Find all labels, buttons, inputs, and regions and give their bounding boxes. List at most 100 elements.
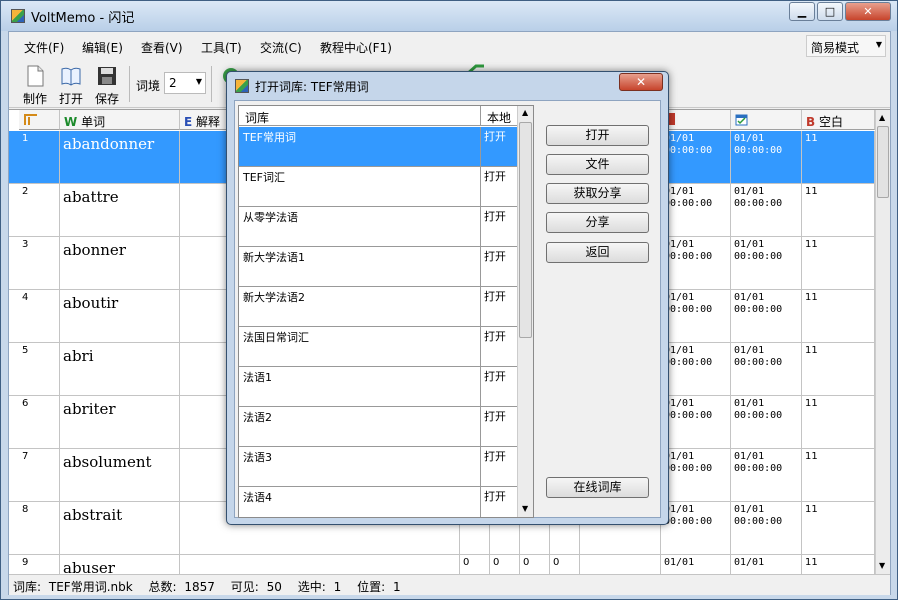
toolbar-separator bbox=[211, 66, 212, 102]
library-name: 新大学法语1 bbox=[243, 251, 305, 264]
library-list-item[interactable]: TEF常用词 打开 bbox=[239, 127, 519, 167]
row-word[interactable]: abonner bbox=[60, 237, 180, 290]
header-explain-label: 解释 bbox=[196, 115, 221, 129]
make-button[interactable]: 制作 bbox=[18, 62, 52, 106]
library-list-item[interactable]: 法语4 打开 bbox=[239, 487, 519, 517]
row-blank: 11 bbox=[802, 343, 875, 396]
col-local-header[interactable]: 本地 bbox=[480, 106, 519, 126]
header-index[interactable] bbox=[19, 110, 60, 130]
row-col-a: 0 bbox=[460, 555, 490, 574]
library-local-action[interactable]: 打开 bbox=[484, 248, 506, 264]
library-local-action[interactable]: 打开 bbox=[484, 448, 506, 464]
row-index: 3 bbox=[19, 237, 60, 290]
library-list-item[interactable]: 法语2 打开 bbox=[239, 407, 519, 447]
row-date-b: 01/01 00:00:00 bbox=[731, 449, 802, 502]
save-label: 保存 bbox=[94, 92, 119, 106]
dialog-back-button[interactable]: 返回 bbox=[546, 242, 649, 263]
status-visible-value: 50 bbox=[266, 580, 282, 594]
column-divider bbox=[480, 167, 481, 207]
row-word[interactable]: abri bbox=[60, 343, 180, 396]
row-word[interactable]: abuser bbox=[60, 555, 180, 574]
word-column-icon: W bbox=[64, 115, 78, 129]
row-word[interactable]: aboutir bbox=[60, 290, 180, 343]
blank-column-icon: B bbox=[806, 115, 816, 129]
row-word[interactable]: abriter bbox=[60, 396, 180, 449]
library-list-item[interactable]: 新大学法语1 打开 bbox=[239, 247, 519, 287]
dialog-title: 打开词库: TEF常用词 bbox=[255, 80, 369, 94]
library-list-item[interactable]: TEF词汇 打开 bbox=[239, 167, 519, 207]
col-library-header[interactable]: 词库 bbox=[239, 106, 480, 126]
column-divider bbox=[480, 327, 481, 367]
dialog-title-bar: 打开词库: TEF常用词 ✕ bbox=[227, 72, 668, 100]
menu-edit[interactable]: 编辑(E) bbox=[82, 39, 123, 56]
scroll-up-icon[interactable]: ▲ bbox=[522, 108, 528, 117]
scroll-up-icon[interactable]: ▲ bbox=[879, 113, 885, 122]
library-list-item[interactable]: 新大学法语2 打开 bbox=[239, 287, 519, 327]
library-local-action[interactable]: 打开 bbox=[484, 168, 506, 184]
column-divider bbox=[480, 127, 481, 167]
library-local-action[interactable]: 打开 bbox=[484, 488, 506, 504]
menu-communicate[interactable]: 交流(C) bbox=[260, 39, 302, 56]
scroll-down-icon[interactable]: ▼ bbox=[522, 504, 528, 513]
scroll-down-icon[interactable]: ▼ bbox=[879, 561, 885, 570]
row-index: 5 bbox=[19, 343, 60, 396]
row-date-a: 01/01 00:00:00 bbox=[661, 237, 731, 290]
header-blank[interactable]: B 空白 bbox=[802, 110, 875, 130]
library-list-item[interactable]: 法国日常词汇 打开 bbox=[239, 327, 519, 367]
dialog-share-button[interactable]: 分享 bbox=[546, 212, 649, 233]
row-date-a: 01/01 bbox=[661, 555, 731, 574]
library-name: 从零学法语 bbox=[243, 211, 298, 224]
dialog-file-button[interactable]: 文件 bbox=[546, 154, 649, 175]
dialog-online-library-button[interactable]: 在线词库 bbox=[546, 477, 649, 498]
table-row[interactable]: 9 abuser 0 0 0 0 01/01 01/01 11 bbox=[9, 555, 875, 574]
column-divider bbox=[480, 287, 481, 327]
library-local-action[interactable]: 打开 bbox=[484, 208, 506, 224]
header-date-b[interactable] bbox=[731, 110, 802, 130]
context-select[interactable]: 2 ▼ bbox=[164, 72, 206, 94]
library-local-action[interactable]: 打开 bbox=[484, 408, 506, 424]
menu-tutorial[interactable]: 教程中心(F1) bbox=[320, 39, 392, 56]
open-button[interactable]: 打开 bbox=[54, 62, 88, 106]
minimize-button[interactable]: ▁ bbox=[789, 2, 815, 21]
dialog-close-button[interactable]: ✕ bbox=[619, 73, 663, 91]
grid-scroll-thumb[interactable] bbox=[877, 126, 889, 198]
menu-tools[interactable]: 工具(T) bbox=[201, 39, 242, 56]
dialog-get-share-button[interactable]: 获取分享 bbox=[546, 183, 649, 204]
row-word[interactable]: abstrait bbox=[60, 502, 180, 555]
maximize-button[interactable]: □ bbox=[817, 2, 843, 21]
row-word[interactable]: absolument bbox=[60, 449, 180, 502]
menu-file[interactable]: 文件(F) bbox=[24, 39, 64, 56]
mode-select-value: 简易模式 bbox=[811, 41, 860, 55]
close-button[interactable]: ✕ bbox=[845, 2, 891, 21]
row-date-b: 01/01 00:00:00 bbox=[731, 131, 802, 184]
library-scroll-thumb[interactable] bbox=[519, 122, 532, 338]
library-local-action[interactable]: 打开 bbox=[484, 368, 506, 384]
menu-view[interactable]: 查看(V) bbox=[141, 39, 183, 56]
library-local-action[interactable]: 打开 bbox=[484, 128, 506, 144]
row-index: 6 bbox=[19, 396, 60, 449]
library-list-item[interactable]: 从零学法语 打开 bbox=[239, 207, 519, 247]
row-word[interactable]: abandonner bbox=[60, 131, 180, 184]
library-name: 法语2 bbox=[243, 411, 272, 424]
row-explain[interactable] bbox=[180, 555, 460, 574]
column-divider bbox=[480, 207, 481, 247]
header-word[interactable]: W 单词 bbox=[60, 110, 180, 130]
save-button[interactable]: 保存 bbox=[90, 62, 124, 106]
header-word-label: 单词 bbox=[81, 115, 106, 129]
title-bar: VoltMemo - 闪记 ▁ □ ✕ bbox=[1, 1, 897, 31]
grid-scrollbar[interactable]: ▲ ▼ bbox=[875, 110, 890, 574]
dialog-open-button[interactable]: 打开 bbox=[546, 125, 649, 146]
header-date-a[interactable] bbox=[661, 110, 731, 130]
library-list-item[interactable]: 法语1 打开 bbox=[239, 367, 519, 407]
row-word[interactable]: abattre bbox=[60, 184, 180, 237]
mode-select[interactable]: 简易模式 ▼ bbox=[806, 35, 886, 57]
library-name: 法语1 bbox=[243, 371, 272, 384]
library-scrollbar[interactable]: ▲ ▼ bbox=[517, 106, 533, 517]
row-date-b: 01/01 00:00:00 bbox=[731, 502, 802, 555]
row-date-b: 01/01 00:00:00 bbox=[731, 343, 802, 396]
library-name: TEF常用词 bbox=[243, 131, 296, 144]
library-local-action[interactable]: 打开 bbox=[484, 288, 506, 304]
library-list-item[interactable]: 法语3 打开 bbox=[239, 447, 519, 487]
library-local-action[interactable]: 打开 bbox=[484, 328, 506, 344]
row-index: 8 bbox=[19, 502, 60, 555]
